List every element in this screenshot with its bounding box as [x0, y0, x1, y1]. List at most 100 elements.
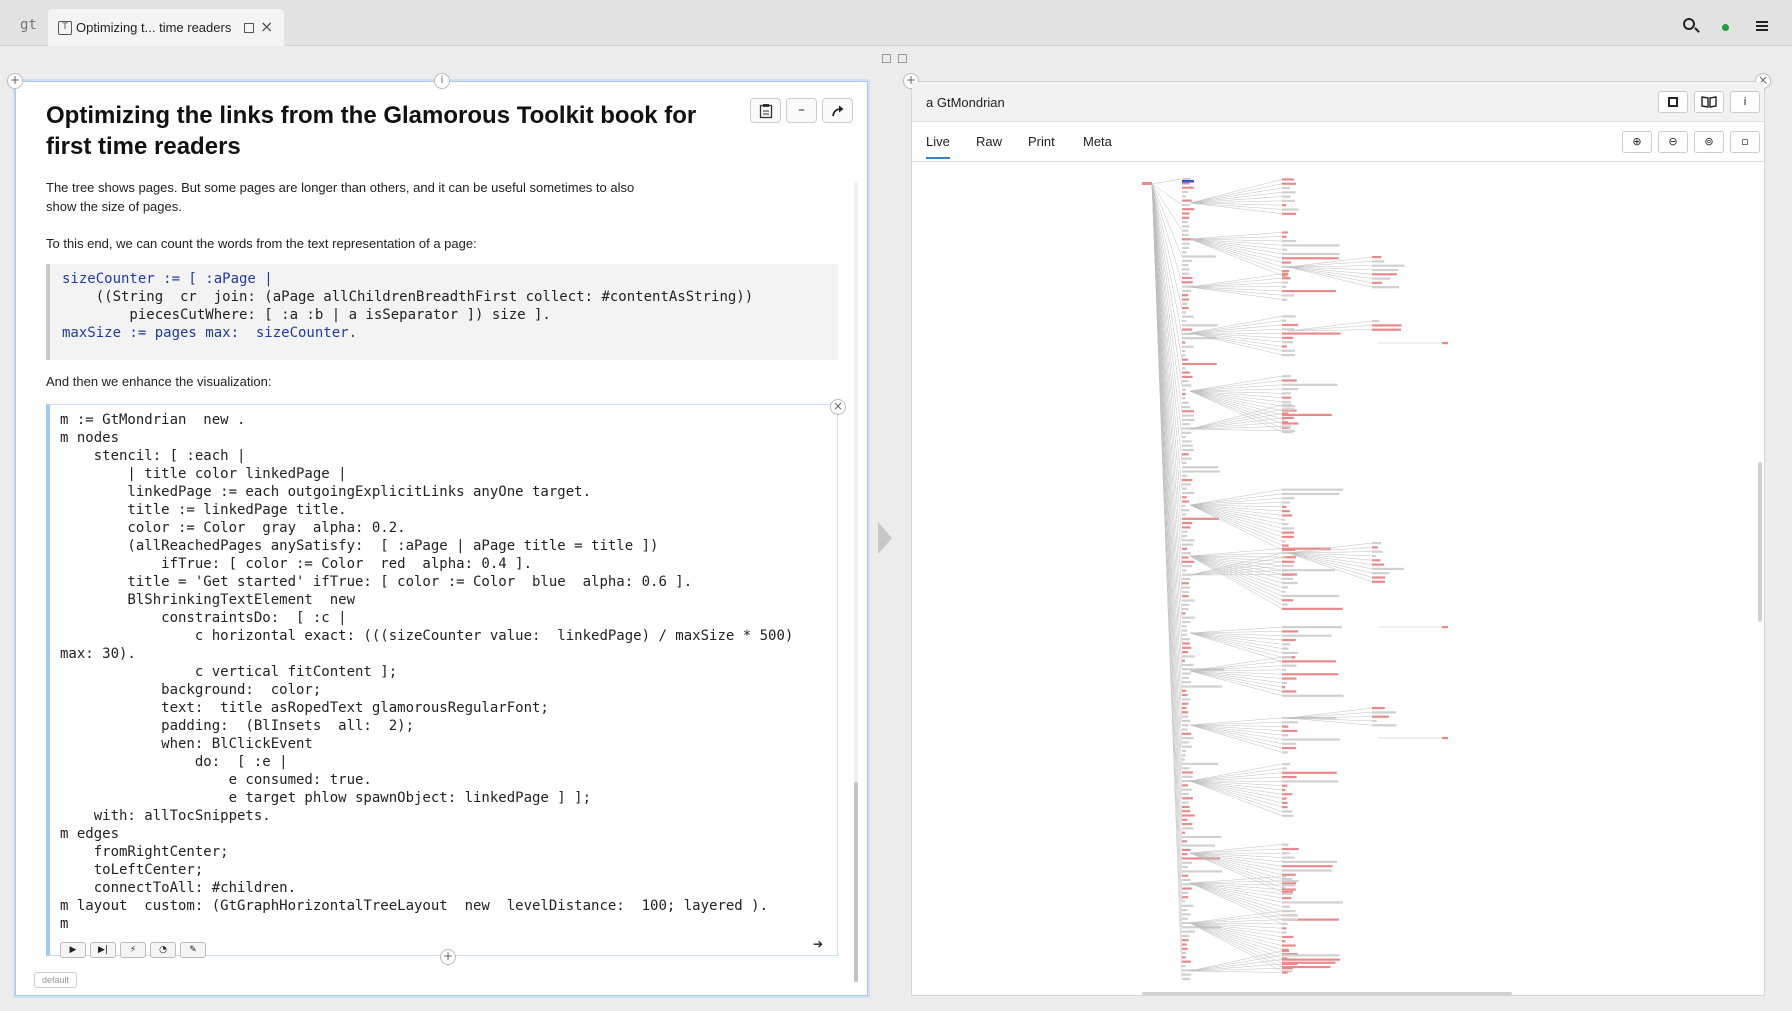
- tree-node[interactable]: [1182, 711, 1189, 714]
- tree-node[interactable]: [1282, 298, 1288, 301]
- tree-node[interactable]: [1182, 453, 1189, 456]
- tree-node[interactable]: [1182, 556, 1189, 559]
- code-editor-text[interactable]: m := GtMondrian new . m nodes stencil: [ …: [60, 411, 793, 933]
- info-icon[interactable]: i: [434, 73, 450, 89]
- tree-node[interactable]: [1182, 221, 1188, 224]
- tree-node[interactable]: [1372, 567, 1404, 570]
- tree-node[interactable]: [1182, 758, 1186, 761]
- tree-node[interactable]: [1282, 285, 1287, 288]
- tree-node[interactable]: [1282, 277, 1291, 280]
- tree-node[interactable]: [1182, 728, 1188, 731]
- pane-toggle-right[interactable]: [898, 54, 907, 63]
- tree-node[interactable]: [1182, 715, 1189, 718]
- zoom-in-button[interactable]: ⊕: [1622, 131, 1652, 153]
- go-arrow-icon[interactable]: ➔: [813, 937, 823, 951]
- tree-node[interactable]: [1182, 659, 1186, 662]
- tree-node[interactable]: [1372, 550, 1383, 553]
- pane-resize-arrow-icon[interactable]: [878, 522, 892, 554]
- tree-node[interactable]: [1282, 412, 1289, 415]
- maximize-icon[interactable]: [244, 23, 254, 33]
- tree-node[interactable]: [1372, 320, 1380, 323]
- tree-node[interactable]: [1182, 956, 1186, 959]
- tree-node[interactable]: [1282, 191, 1296, 194]
- tree-node[interactable]: [1182, 517, 1219, 520]
- tree-node[interactable]: [1182, 896, 1189, 899]
- tree-node[interactable]: [1182, 547, 1188, 550]
- tree-node[interactable]: [1282, 738, 1341, 741]
- tree-node[interactable]: [1182, 943, 1187, 946]
- tree-node[interactable]: [1182, 255, 1216, 258]
- tree-node[interactable]: [1282, 690, 1297, 693]
- tree-node[interactable]: [1282, 195, 1291, 198]
- tree-node[interactable]: [1282, 204, 1287, 207]
- tree-node[interactable]: [1282, 531, 1295, 534]
- tree-node[interactable]: [1282, 634, 1332, 637]
- tree-node[interactable]: [1282, 492, 1340, 496]
- debug-button[interactable]: ⚡: [120, 942, 146, 958]
- tree-node[interactable]: [1282, 272, 1289, 276]
- tree-node[interactable]: [1182, 719, 1191, 722]
- tree-node[interactable]: [1282, 540, 1286, 543]
- tab-print[interactable]: Print: [1028, 134, 1055, 149]
- tree-node[interactable]: [1282, 784, 1288, 787]
- tree-node[interactable]: [1282, 810, 1293, 813]
- tree-node[interactable]: [1182, 616, 1195, 619]
- tree-node[interactable]: [1182, 767, 1190, 770]
- search-icon[interactable]: [1683, 18, 1695, 30]
- tree-node[interactable]: [1182, 307, 1189, 310]
- tree-node[interactable]: [1282, 261, 1292, 264]
- tree-node[interactable]: [1282, 353, 1295, 357]
- tree-node[interactable]: [1282, 630, 1299, 633]
- tree-node[interactable]: [1282, 751, 1288, 754]
- tree-node[interactable]: [1282, 892, 1293, 895]
- code-snippet-size-counter[interactable]: sizeCounter := [ :aPage | ((String cr jo…: [46, 264, 838, 360]
- tree-node[interactable]: [1282, 888, 1296, 891]
- tree-node[interactable]: [1282, 897, 1292, 900]
- tree-node[interactable]: [1282, 801, 1288, 804]
- tree-node[interactable]: [1282, 178, 1294, 181]
- tree-node[interactable]: [1282, 927, 1287, 930]
- tree-node[interactable]: [1182, 934, 1190, 937]
- tree-node[interactable]: [1182, 595, 1189, 598]
- zoom-reset-button[interactable]: ▫: [1730, 131, 1760, 153]
- tree-node[interactable]: [1182, 866, 1189, 869]
- tree-node[interactable]: [1182, 483, 1191, 486]
- open-button[interactable]: [822, 98, 853, 123]
- tree-node[interactable]: [1182, 375, 1193, 378]
- tree-node[interactable]: [1282, 199, 1295, 203]
- tree-node[interactable]: [1282, 294, 1294, 297]
- tree-node[interactable]: [1282, 400, 1291, 404]
- tree-node[interactable]: [1372, 719, 1377, 723]
- tree-node[interactable]: [1282, 527, 1295, 530]
- tree-node[interactable]: [1282, 771, 1337, 774]
- tree-node[interactable]: [1282, 349, 1295, 352]
- tree-node[interactable]: [1182, 762, 1219, 765]
- viz-hscrollbar[interactable]: [1142, 992, 1512, 995]
- tree-node[interactable]: [1282, 581, 1298, 585]
- tree-node[interactable]: [1182, 573, 1192, 576]
- tree-node[interactable]: [1182, 358, 1188, 361]
- tree-node[interactable]: [1372, 724, 1397, 727]
- viz-scrollbar[interactable]: [1758, 462, 1762, 622]
- tree-node[interactable]: [1282, 556, 1286, 559]
- tree-node[interactable]: [1282, 586, 1289, 589]
- tree-node[interactable]: [1282, 564, 1291, 568]
- tree-node[interactable]: [1282, 931, 1287, 934]
- book-button[interactable]: [1694, 91, 1724, 113]
- tree-node[interactable]: [1182, 565, 1193, 568]
- tree-node[interactable]: [1282, 182, 1297, 185]
- tree-node[interactable]: [1282, 797, 1287, 800]
- tree-node[interactable]: [1282, 315, 1296, 318]
- tree-node[interactable]: [1282, 775, 1297, 779]
- tree-node[interactable]: [1182, 586, 1191, 589]
- tree-node[interactable]: [1372, 281, 1382, 284]
- play-inspect-button[interactable]: ▶|: [90, 942, 116, 958]
- tree-node[interactable]: [1282, 763, 1291, 766]
- menu-icon[interactable]: [1756, 21, 1768, 31]
- tree-node[interactable]: [1282, 560, 1295, 563]
- tree-node[interactable]: [1182, 186, 1194, 189]
- tree-node[interactable]: [1182, 891, 1189, 894]
- tree-node[interactable]: [1282, 971, 1288, 974]
- tree-node[interactable]: [1182, 788, 1192, 791]
- tree-node[interactable]: [1372, 277, 1391, 280]
